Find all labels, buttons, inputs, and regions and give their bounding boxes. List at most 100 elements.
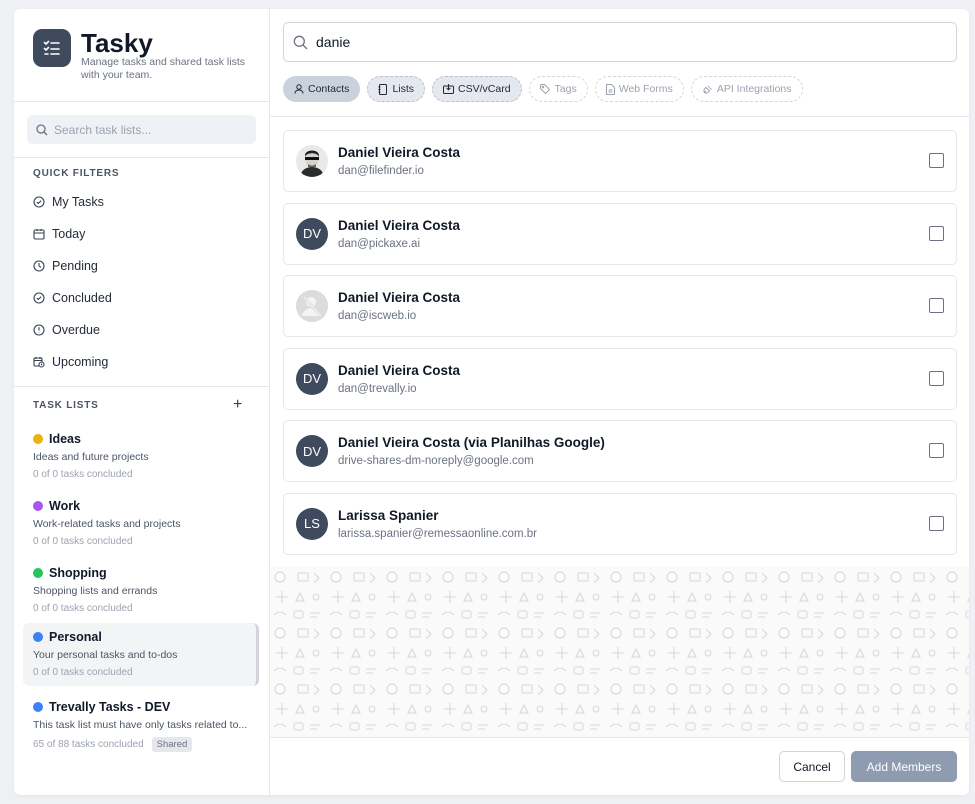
contact-name: Daniel Vieira Costa [338,217,461,233]
app-window: Tasky Manage tasks and shared task lists… [14,9,969,795]
decorative-doodle-pattern [270,567,969,737]
check-circle-icon [33,196,45,208]
list-color-dot [33,632,43,642]
filter-concluded[interactable]: Concluded [33,291,112,305]
contact-search-input[interactable] [316,34,916,50]
contact-email: dan@iscweb.io [338,310,417,322]
dialog-footer: Cancel Add Members [270,737,969,795]
contact-email: larissa.spanier@remessaonline.com.br [338,527,537,540]
source-chips: Contacts Lists CSV/vCard Tags Web Forms [283,76,810,102]
contact-row[interactable]: DV Daniel Vieira Costa dan@pickaxe.ai [283,202,957,265]
brand-header: Tasky Manage tasks and shared task lists… [14,9,269,102]
list-count: 0 of 0 tasks concluded [33,536,133,547]
avatar-initials: DV [296,217,328,250]
contact-row[interactable]: Daniel Vieira Costa dan@iscweb.io [283,275,957,337]
filter-overdue[interactable]: Overdue [33,323,100,337]
list-name: Shopping [49,566,107,580]
list-color-dot [33,501,43,511]
list-color-dot [33,702,43,712]
contact-checkbox[interactable] [929,515,944,531]
divider [14,386,270,387]
list-description: Work-related tasks and projects [33,518,181,530]
contact-checkbox[interactable] [929,225,944,241]
contact-row[interactable]: LS Larissa Spanier larissa.spanier@remes… [283,492,957,555]
quick-filters-title: QUICK FILTERS [33,168,120,179]
filter-pending[interactable]: Pending [33,259,98,273]
chip-label: Tags [554,83,577,95]
import-icon [443,84,455,94]
sidebar-search-input[interactable] [54,122,244,137]
contact-email: drive-shares-dm-noreply@google.com [338,455,534,467]
app-subtitle: Manage tasks and shared task lists with … [81,56,246,81]
clock-icon [33,260,45,272]
chip-lists[interactable]: Lists [367,76,426,102]
contact-checkbox[interactable] [929,298,944,313]
chip-web-forms[interactable]: Web Forms [594,76,684,102]
sidebar: Tasky Manage tasks and shared task lists… [14,9,270,795]
list-color-dot [33,434,43,444]
avatar-initials: DV [296,435,328,467]
contact-search-box[interactable] [283,22,957,62]
task-list-work[interactable]: Work Work-related tasks and projects 0 o… [23,492,259,555]
add-members-button[interactable]: Add Members [851,751,957,782]
user-icon [294,84,304,94]
filter-label: Pending [52,259,98,273]
list-name: Personal [49,630,102,644]
main-panel: Contacts Lists CSV/vCard Tags Web Forms [270,9,969,795]
app-title: Tasky [81,28,153,58]
list-description: Your personal tasks and to-dos [33,649,178,661]
plug-icon [703,85,712,93]
list-count: 0 of 0 tasks concluded [33,469,133,480]
chip-label: Web Forms [618,83,673,95]
contact-checkbox[interactable] [929,370,944,386]
list-count: 0 of 0 tasks concluded [33,603,133,614]
task-list-ideas[interactable]: Ideas Ideas and future projects 0 of 0 t… [23,425,259,488]
sidebar-search-box[interactable] [27,115,256,144]
search-toolbar: Contacts Lists CSV/vCard Tags Web Forms [270,9,969,117]
filter-label: Overdue [52,323,100,337]
calendar-clock-icon [33,357,45,368]
list-description: This task list must have only tasks rela… [33,719,248,731]
task-list-trevally-dev[interactable]: Trevally Tasks - DEV This task list must… [23,693,259,756]
filter-my-tasks[interactable]: My Tasks [33,195,104,209]
shared-badge: Shared [151,737,193,752]
document-icon [605,83,615,95]
contact-name: Daniel Vieira Costa [338,290,461,305]
chip-label: Lists [392,83,415,95]
chip-api-integrations[interactable]: API Integrations [690,76,803,102]
chip-csv-vcard[interactable]: CSV/vCard [432,76,522,102]
list-count: 65 of 88 tasks concluded [33,739,144,750]
notebook-icon [378,83,388,95]
filter-label: Today [52,227,86,241]
contact-row[interactable]: DV Daniel Vieira Costa dan@trevally.io [283,347,957,410]
contact-row[interactable]: Daniel Vieira Costa dan@filefinder.io [283,130,957,192]
chip-contacts[interactable]: Contacts [283,76,361,102]
chip-tags[interactable]: Tags [528,76,588,102]
list-description: Ideas and future projects [33,451,149,463]
list-name: Ideas [49,432,81,446]
check-circle-icon [33,292,45,304]
filter-label: My Tasks [52,195,104,209]
list-name: Trevally Tasks - DEV [49,700,171,714]
list-description: Shopping lists and errands [33,585,158,597]
add-task-list-button[interactable]: + [233,397,242,413]
contact-row[interactable]: DV Daniel Vieira Costa (via Planilhas Go… [283,420,957,482]
search-icon [36,123,48,135]
task-list-personal[interactable]: Personal Your personal tasks and to-dos … [23,623,259,686]
filter-upcoming[interactable]: Upcoming [33,355,108,369]
task-lists-title: TASK LISTS [33,400,99,411]
chip-label: CSV/vCard [458,83,511,95]
filter-today[interactable]: Today [33,227,85,241]
contact-email: dan@pickaxe.ai [338,237,420,250]
task-list-shopping[interactable]: Shopping Shopping lists and errands 0 of… [23,559,259,622]
contact-checkbox[interactable] [929,153,944,168]
search-icon [293,35,308,49]
contact-name: Daniel Vieira Costa [338,145,461,160]
contact-checkbox[interactable] [929,443,944,458]
sidebar-search-section [14,102,269,158]
contact-email: dan@trevally.io [338,382,417,395]
contact-name: Daniel Vieira Costa (via Planilhas Googl… [338,435,605,450]
avatar-placeholder-icon [296,290,328,322]
cancel-button[interactable]: Cancel [779,751,845,782]
contact-list: Daniel Vieira Costa dan@filefinder.io DV… [283,130,957,565]
